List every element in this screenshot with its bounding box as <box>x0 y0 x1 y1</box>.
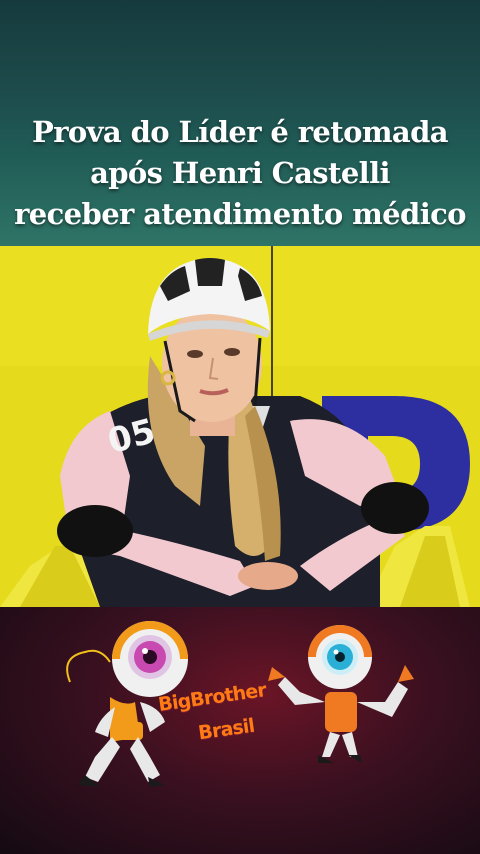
headline-line-1: Prova do Líder é retomada <box>32 115 449 149</box>
post-image: Prova do Líder é retomada após Henri Cas… <box>0 0 480 854</box>
bbb-logo-text: BigBrother Brasil <box>157 679 290 744</box>
headline: Prova do Líder é retomada após Henri Cas… <box>0 112 480 235</box>
bbb-logo-banner: BigBrother Brasil <box>0 607 480 854</box>
headline-line-3: receber atendimento médico <box>14 197 466 231</box>
headline-banner: Prova do Líder é retomada após Henri Cas… <box>0 0 480 246</box>
headline-line-2: após Henri Castelli <box>90 156 390 190</box>
news-photo: P 05 <box>0 246 480 607</box>
